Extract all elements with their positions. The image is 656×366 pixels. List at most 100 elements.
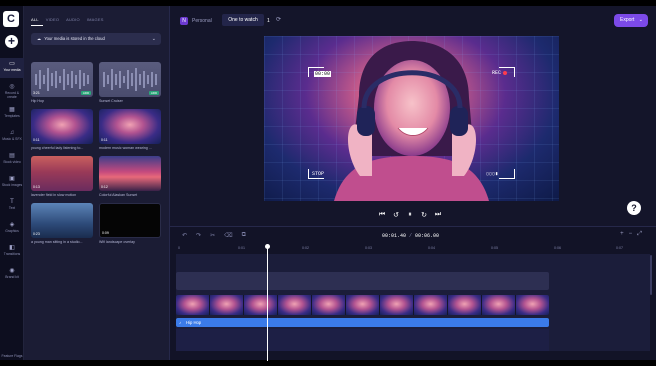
timecode-display: 00:01.40 / 00:06.00 bbox=[382, 233, 440, 239]
sidebar-item-graphics[interactable]: ◈ Graphics bbox=[0, 219, 24, 239]
clip-frame bbox=[312, 295, 346, 315]
sidebar-item-label: Your media bbox=[3, 68, 21, 72]
timeline-scrollbar[interactable] bbox=[650, 255, 652, 295]
delete-icon[interactable]: ⌫ bbox=[224, 232, 232, 239]
sidebar-item-label: Templates bbox=[4, 114, 20, 118]
zoom-in-icon[interactable]: + bbox=[620, 231, 624, 237]
duplicate-icon[interactable]: ⧉ bbox=[242, 232, 246, 239]
clip-frame bbox=[482, 295, 516, 315]
sidebar-icon: ◎ bbox=[9, 84, 15, 90]
media-duration: 0:11 bbox=[33, 138, 40, 142]
media-tabs: ALL VIDEO AUDIO IMAGES bbox=[31, 17, 104, 22]
timeline-ruler[interactable]: 0 0:01 0:02 0:03 0:04 0:05 0:06 0:07 bbox=[176, 244, 650, 252]
media-caption: Wifi landscape overlay bbox=[99, 240, 135, 244]
video-preview[interactable]: 00:00 REC STOP ▯▯▯▮ bbox=[264, 36, 559, 201]
music-note-icon: ♪ bbox=[179, 320, 181, 325]
zoom-controls: + − ⤢ bbox=[620, 231, 642, 238]
clip-frame bbox=[176, 295, 210, 315]
sidebar-item-stock-images[interactable]: ▣ Stock images bbox=[0, 173, 24, 193]
empty-track bbox=[176, 329, 549, 351]
export-button[interactable]: Export ⌄ bbox=[614, 14, 648, 27]
media-item[interactable]: 0:23 bbox=[31, 203, 93, 238]
sidebar-item-your-media[interactable]: ▭ Your media bbox=[0, 58, 24, 78]
feature-flags-label[interactable]: Feature Flags bbox=[0, 354, 24, 358]
media-duration: 0:23 bbox=[33, 232, 40, 236]
media-caption: Hip Hop bbox=[31, 99, 44, 103]
clip-frame bbox=[516, 295, 549, 315]
ruler-tick: 0:03 bbox=[365, 246, 372, 250]
forward-5-icon[interactable]: ↻ bbox=[420, 211, 428, 219]
sidebar-item-stock-video[interactable]: ▤ Stock video bbox=[0, 150, 24, 170]
tab-all[interactable]: ALL bbox=[31, 17, 39, 22]
app-window: C + ▭ Your media ◎ Record & create ▦ Template… bbox=[0, 6, 656, 361]
sidebar-item-brand-kit[interactable]: ◉ Brand kit bbox=[0, 265, 24, 285]
audio-track-clip[interactable]: ♪ Hip Hop bbox=[176, 318, 549, 327]
added-badge: ADD bbox=[81, 91, 91, 95]
sidebar-item-music-sfx[interactable]: ♫ Music & SFX bbox=[0, 127, 24, 147]
cloud-sync-icon[interactable]: ⟳ bbox=[276, 16, 281, 23]
media-caption: modern music woman wearing ... bbox=[99, 146, 152, 150]
media-duration: 0:11 bbox=[101, 138, 108, 142]
audio-clip-label: Hip Hop bbox=[186, 320, 202, 325]
tab-images[interactable]: IMAGES bbox=[87, 17, 104, 22]
viewfinder-corner bbox=[499, 169, 515, 179]
cloud-storage-notice[interactable]: ☁ Your media is stored in the cloud ⌄ bbox=[31, 33, 161, 45]
sidebar-icon: ◈ bbox=[9, 222, 15, 228]
media-item[interactable]: 0:09 bbox=[99, 203, 161, 238]
app-logo[interactable]: C bbox=[3, 11, 19, 27]
tab-audio[interactable]: AUDIO bbox=[66, 17, 80, 22]
ruler-tick: 0 bbox=[178, 246, 180, 250]
sidebar-item-label: Stock images bbox=[1, 183, 23, 187]
media-item[interactable]: 0:12 bbox=[99, 156, 161, 191]
sidebar-item-text[interactable]: T Text bbox=[0, 196, 24, 216]
ruler-tick: 0:05 bbox=[491, 246, 498, 250]
tab-video[interactable]: VIDEO bbox=[46, 17, 59, 22]
fit-icon[interactable]: ⤢ bbox=[637, 231, 642, 237]
playhead[interactable] bbox=[267, 245, 268, 361]
video-track-clip[interactable] bbox=[176, 295, 549, 315]
chevron-down-icon: ⌄ bbox=[638, 17, 643, 23]
clip-frame bbox=[210, 295, 244, 315]
chevron-down-icon: ⌄ bbox=[151, 36, 156, 42]
redo-icon[interactable]: ↷ bbox=[196, 232, 201, 239]
ruler-tick: 0:01 bbox=[238, 246, 245, 250]
rewind-5-icon[interactable]: ↺ bbox=[392, 211, 400, 219]
ruler-tick: 0:04 bbox=[428, 246, 435, 250]
ruler-tick: 0:02 bbox=[302, 246, 309, 250]
clip-frame bbox=[414, 295, 448, 315]
undo-icon[interactable]: ↶ bbox=[182, 232, 187, 239]
clip-frame bbox=[448, 295, 482, 315]
media-item[interactable]: 0:11 bbox=[31, 109, 93, 144]
viewfinder-timecode: 00:00 bbox=[314, 71, 332, 77]
workspace-name[interactable]: Personal bbox=[192, 17, 212, 25]
media-caption: Colorful Alaskan Sunset bbox=[99, 193, 138, 197]
pause-icon[interactable]: ⏸ bbox=[406, 211, 414, 219]
sidebar-icon: ▣ bbox=[9, 176, 15, 182]
sidebar-item-templates[interactable]: ▦ Templates bbox=[0, 104, 24, 124]
media-item[interactable]: 0:13 bbox=[31, 156, 93, 191]
zoom-out-icon[interactable]: − bbox=[629, 231, 633, 237]
cut-icon[interactable]: ✂ bbox=[210, 232, 215, 239]
rec-dot-icon bbox=[503, 70, 508, 75]
project-name-input[interactable]: One to watch bbox=[222, 14, 264, 26]
workspace-avatar[interactable]: N bbox=[180, 17, 188, 25]
skip-back-icon[interactable]: ⏮ bbox=[378, 211, 386, 219]
media-item[interactable]: 0:11 bbox=[99, 109, 161, 144]
help-button[interactable]: ? bbox=[627, 201, 641, 215]
cloud-icon: ☁ bbox=[37, 36, 42, 41]
timecode-total: 00:06.00 bbox=[415, 233, 440, 239]
add-media-button[interactable]: + bbox=[5, 35, 18, 48]
media-caption: a young man sitting in a studio... bbox=[31, 240, 83, 244]
clip-frame bbox=[346, 295, 380, 315]
sidebar-item-record-create[interactable]: ◎ Record & create bbox=[0, 81, 24, 101]
sidebar-item-label: Graphics bbox=[5, 229, 19, 233]
media-duration: 0:13 bbox=[33, 185, 40, 189]
skip-forward-icon[interactable]: ⏭ bbox=[434, 211, 442, 219]
media-item[interactable]: ADD bbox=[99, 62, 161, 97]
overlay-track-clip[interactable] bbox=[176, 272, 549, 290]
clip-frame bbox=[244, 295, 278, 315]
clip-frame bbox=[278, 295, 312, 315]
media-item[interactable]: 3:21 ADD bbox=[31, 62, 93, 97]
sidebar-item-transitions[interactable]: ◧ Transitions bbox=[0, 242, 24, 262]
clip-frame bbox=[380, 295, 414, 315]
